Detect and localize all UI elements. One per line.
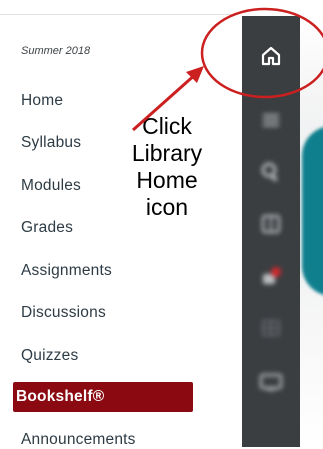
nav-item-syllabus[interactable]: Syllabus — [21, 134, 81, 152]
book-icon — [259, 212, 283, 241]
nav-item-modules[interactable]: Modules — [21, 177, 81, 195]
search-icon — [259, 160, 283, 189]
notification-icon — [259, 264, 283, 293]
list-button[interactable] — [252, 104, 290, 140]
list-icon — [259, 108, 283, 137]
content-image-shape — [302, 126, 323, 296]
search-button[interactable] — [252, 156, 290, 192]
nav-item-bookshelf[interactable]: Bookshelf® — [13, 382, 193, 412]
home-icon — [259, 44, 283, 73]
annotation-arrowhead — [186, 66, 204, 83]
grid-icon — [259, 316, 283, 345]
monitor-button[interactable] — [252, 366, 290, 402]
book-button[interactable] — [252, 208, 290, 244]
home-button[interactable] — [252, 40, 290, 76]
nav-item-home[interactable]: Home — [21, 92, 63, 110]
content-preview — [300, 16, 323, 447]
nav-item-grades[interactable]: Grades — [21, 219, 73, 237]
notification-button[interactable] — [252, 260, 290, 296]
nav-item-quizzes[interactable]: Quizzes — [21, 347, 78, 365]
course-term: Summer 2018 — [21, 45, 91, 57]
monitor-icon — [258, 370, 284, 399]
top-divider — [0, 14, 238, 15]
nav-item-announcements[interactable]: Announcements — [21, 431, 136, 449]
library-toolbar — [242, 16, 300, 447]
annotation-text: Click Library Home icon — [131, 113, 203, 220]
nav-item-assignments[interactable]: Assignments — [21, 262, 112, 280]
nav-item-discussions[interactable]: Discussions — [21, 304, 106, 322]
grid-button[interactable] — [252, 312, 290, 348]
